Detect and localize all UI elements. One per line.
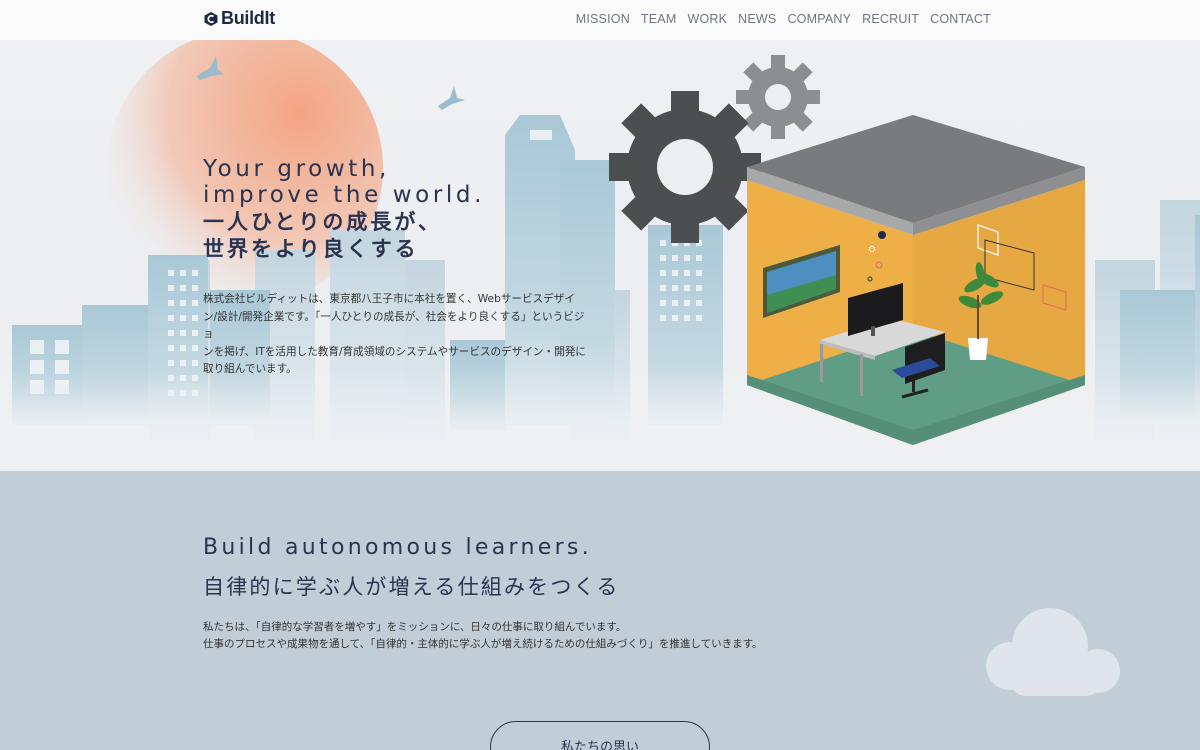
mission-description-line: 私たちは、「自律的な学習者を増やす」をミッションに、日々の仕事に取り組んでいます…	[203, 621, 627, 633]
nav-company[interactable]: COMPANY	[787, 12, 851, 26]
gear-icon	[609, 91, 761, 243]
hero-description-line: ン/設計/開発企業です。「一人ひとりの成長が、社会をより良くする」というビジョ	[203, 310, 585, 341]
hero-tagline-ja-line1: 一人ひとりの成長が、	[203, 210, 442, 234]
nav-work[interactable]: WORK	[687, 12, 727, 26]
nav-news[interactable]: NEWS	[738, 12, 776, 26]
hero-heading: Your growth, improve the world. 一人ひとりの成長…	[203, 156, 485, 262]
site-header: BuildIt MISSION TEAM WORK NEWS COMPANY R…	[0, 0, 1200, 40]
nav-contact[interactable]: CONTACT	[930, 12, 991, 26]
logo-text: BuildIt	[221, 8, 275, 28]
logo-link[interactable]: BuildIt	[203, 8, 275, 29]
nav-team[interactable]: TEAM	[641, 12, 677, 26]
main-nav: MISSION TEAM WORK NEWS COMPANY RECRUIT C…	[576, 12, 991, 26]
hero-section: Your growth, improve the world. 一人ひとりの成長…	[0, 40, 1200, 471]
logo-mark-icon	[204, 11, 218, 26]
our-thoughts-button[interactable]: 私たちの思い	[490, 721, 710, 750]
mission-title-ja: 自律的に学ぶ人が増える仕組みをつくる	[203, 575, 620, 599]
hero-description-line: 取り組んでいます。	[203, 363, 297, 375]
mission-description-line: 仕事のプロセスや成果物を通して、「自律的・主体的に学ぶ人が増え続けるための仕組み…	[203, 638, 763, 650]
office-room-illustration	[747, 115, 1085, 445]
mission-description: 私たちは、「自律的な学習者を増やす」をミッションに、日々の仕事に取り組んでいます…	[203, 619, 763, 653]
hero-tagline-ja-line2: 世界をより良くする	[203, 237, 419, 261]
nav-recruit[interactable]: RECRUIT	[862, 12, 919, 26]
mission-section: Build autonomous learners. 自律的に学ぶ人が増える仕組…	[0, 471, 1200, 750]
gear-icon	[736, 55, 820, 139]
hero-tagline-en-line1: Your growth,	[203, 156, 390, 182]
hero-description-line: 株式会社ビルディットは、東京都八王子市に本社を置く、Webサービスデザイ	[203, 293, 575, 305]
hero-tagline-en-line2: improve the world.	[203, 182, 485, 208]
hero-description: 株式会社ビルディットは、東京都八王子市に本社を置く、Webサービスデザイ ン/設…	[203, 291, 593, 379]
hero-description-line: ンを掲げ、ITを活用した教育/育成領域のシステムやサービスのデザイン・開発に	[203, 345, 586, 358]
nav-mission[interactable]: MISSION	[576, 12, 630, 26]
mission-title-en: Build autonomous learners.	[203, 535, 592, 560]
cloud-icon	[986, 608, 1120, 696]
hero-illustration	[0, 40, 1200, 471]
